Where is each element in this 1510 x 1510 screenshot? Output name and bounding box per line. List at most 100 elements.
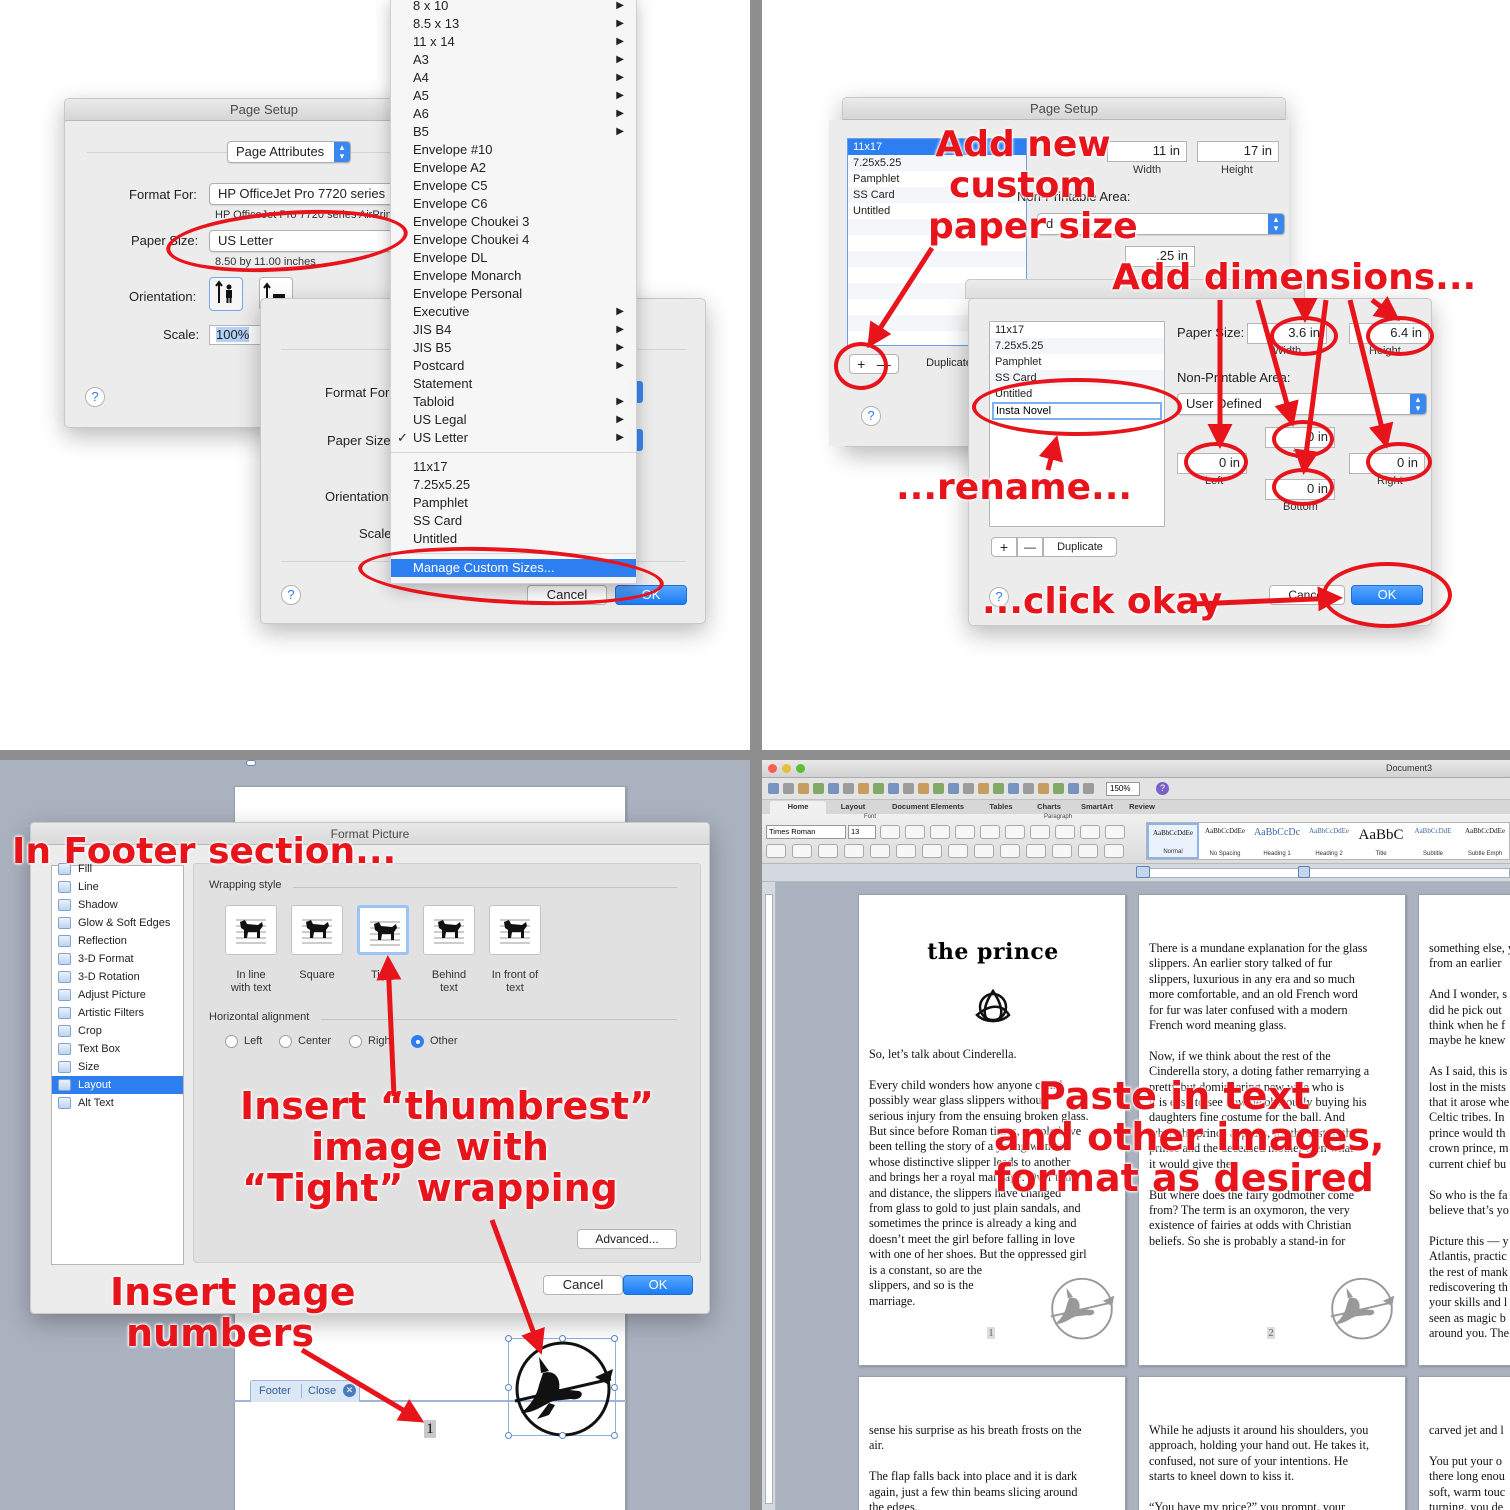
format-button[interactable] [1030,825,1050,839]
menu-item[interactable]: ✓ US Letter ▶ [391,429,636,447]
font-size-field[interactable]: 13 [848,825,876,839]
toolbar-icon[interactable] [1008,783,1019,794]
toolbar-icon[interactable] [888,783,899,794]
menu-item[interactable]: US Legal ▶ [391,411,636,429]
minimize-window-icon[interactable] [782,764,791,773]
help-button-2[interactable]: ? [281,585,301,605]
font-name-field[interactable]: Times Roman [766,825,846,839]
menu-item[interactable]: A3 ▶ [391,51,636,69]
wrap-option-button[interactable] [225,905,277,955]
category-item[interactable]: Layout [52,1076,183,1094]
style-swatch[interactable]: AaBbCcDdEe Normal [1147,823,1199,859]
format-button[interactable] [792,844,812,858]
menu-item[interactable]: B5 ▶ [391,123,636,141]
category-item[interactable]: Shadow [52,896,183,914]
help-button[interactable]: ? [85,387,105,407]
menu-item[interactable]: Envelope Personal [391,285,636,303]
menu-item[interactable]: Envelope DL [391,249,636,267]
format-button[interactable] [1055,825,1075,839]
height-field-back[interactable]: 17 in [1197,141,1279,162]
ok-button-3[interactable]: OK [623,1275,693,1295]
menu-item[interactable]: JIS B4 ▶ [391,321,636,339]
format-button[interactable] [1005,825,1025,839]
menu-item[interactable]: Envelope Choukei 4 [391,231,636,249]
format-button[interactable] [1105,825,1125,839]
page-number[interactable]: 1 [424,1420,436,1438]
format-button[interactable] [1080,825,1100,839]
toolbar-icon[interactable] [1068,783,1079,794]
menu-item[interactable]: 8.5 x 13 ▶ [391,15,636,33]
ruler-indent-marker[interactable] [1136,866,1150,878]
toolbar-icon[interactable] [813,783,824,794]
menu-item[interactable]: A4 ▶ [391,69,636,87]
ribbon-tab[interactable]: SmartArt [1074,801,1120,814]
menu-item[interactable]: Envelope A2 [391,159,636,177]
toolbar-icon[interactable] [948,783,959,794]
format-button[interactable] [980,825,1000,839]
zoom-field[interactable]: 150% [1106,782,1140,796]
toolbar-icon[interactable] [1083,783,1094,794]
menu-item[interactable]: Tabloid ▶ [391,393,636,411]
menu-item[interactable]: Envelope Choukei 3 [391,213,636,231]
format-button[interactable] [1000,844,1020,858]
category-item[interactable]: Text Box [52,1040,183,1058]
category-item[interactable]: Size [52,1058,183,1076]
menu-item[interactable]: A6 ▶ [391,105,636,123]
category-item[interactable]: Glow & Soft Edges [52,914,183,932]
style-swatch[interactable]: AaBbCcDc Heading 1 [1251,823,1303,859]
wrap-option-button[interactable] [423,905,475,955]
menu-item[interactable]: Envelope C6 [391,195,636,213]
halign-radio[interactable] [349,1035,362,1048]
toolbar-icon[interactable] [1023,783,1034,794]
toolbar-icon[interactable] [978,783,989,794]
category-item[interactable]: Line [52,878,183,896]
menu-item[interactable]: 11 x 14 ▶ [391,33,636,51]
footer-tab[interactable]: Footer Close ✕ [250,1380,360,1402]
category-item[interactable]: Alt Text [52,1094,183,1112]
custom-size-item[interactable]: Untitled [391,530,636,548]
ribbon-tab[interactable]: Tables [978,801,1024,814]
portrait-button[interactable] [209,277,243,311]
ribbon-tab[interactable]: Review [1122,801,1162,814]
thumbrest-image[interactable] [505,1335,618,1439]
custom-size-item[interactable]: SS Card [391,512,636,530]
format-button[interactable] [1078,844,1098,858]
menu-item[interactable]: JIS B5 ▶ [391,339,636,357]
wrap-option-button[interactable] [357,905,409,955]
format-button[interactable] [1026,844,1046,858]
size-list-item[interactable]: 7.25x5.25 [990,338,1164,354]
format-button[interactable] [974,844,994,858]
format-button[interactable] [818,844,838,858]
toolbar-icon[interactable] [918,783,929,794]
toolbar-icon[interactable] [963,783,974,794]
toolbar-icon[interactable] [798,783,809,794]
toolbar-icon[interactable] [903,783,914,794]
add-size-button[interactable]: + [991,537,1017,557]
size-list-item[interactable]: 11x17 [990,322,1164,338]
format-button[interactable] [922,844,942,858]
category-item[interactable]: 3-D Format [52,950,183,968]
menu-item[interactable]: Executive ▶ [391,303,636,321]
settings-popup[interactable]: Page Attributes ▴ ▾ [227,141,351,163]
menu-item[interactable]: Envelope #10 [391,141,636,159]
toolbar-icon[interactable] [1038,783,1049,794]
format-button[interactable] [905,825,925,839]
style-swatch[interactable]: AaBbCcDdEe Heading 2 [1303,823,1355,859]
custom-size-item[interactable]: Pamphlet [391,494,636,512]
menu-item[interactable]: Statement [391,375,636,393]
toolbar-icon[interactable] [873,783,884,794]
toolbar-icon[interactable] [843,783,854,794]
format-button[interactable] [948,844,968,858]
style-swatch[interactable]: AaBbC Title [1355,823,1407,859]
format-button[interactable] [766,844,786,858]
menu-item[interactable]: Postcard ▶ [391,357,636,375]
toolbar-icon[interactable] [768,783,779,794]
ruler-right-marker[interactable] [1298,866,1310,878]
cancel-button-3[interactable]: Cancel [543,1275,623,1295]
format-button[interactable] [880,825,900,839]
category-item[interactable]: Adjust Picture [52,986,183,1004]
style-swatch[interactable]: AaBbCcDdEe No Spacing [1199,823,1251,859]
toolbar-icon[interactable] [933,783,944,794]
style-swatch[interactable]: AaBbCcDdEe Subtle Emph [1459,823,1510,859]
zoom-window-icon[interactable] [796,764,805,773]
